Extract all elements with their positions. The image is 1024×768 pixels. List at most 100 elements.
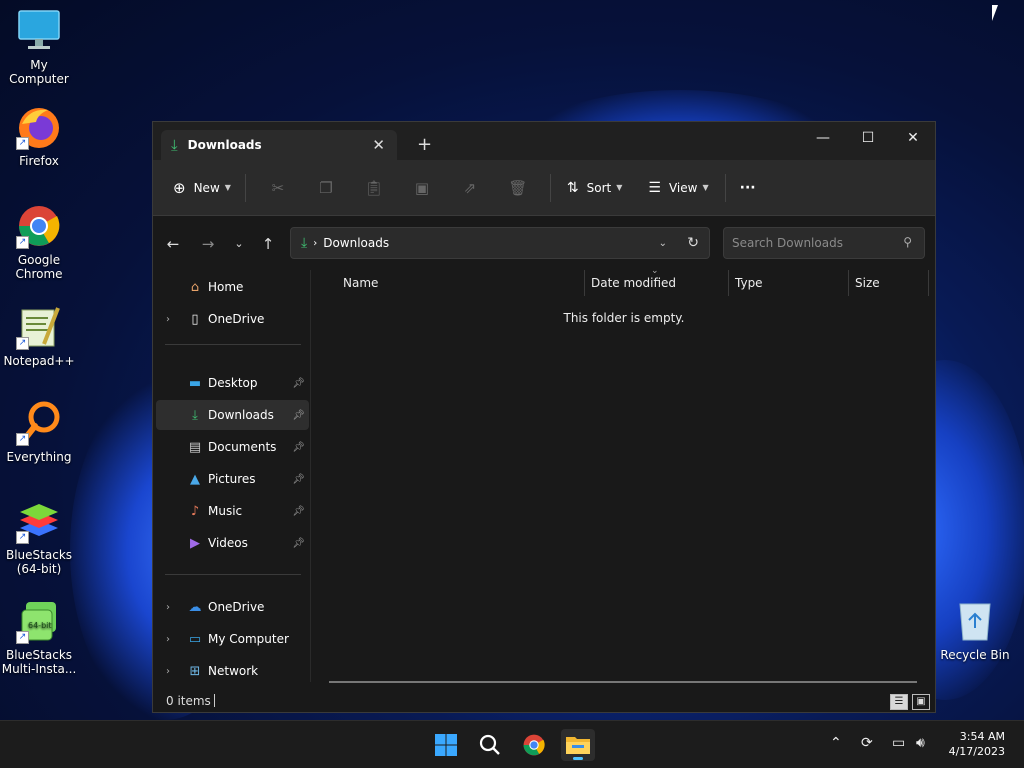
delete-icon[interactable]: 🗑︎ [494,179,542,197]
folder-icon [566,737,590,754]
back-button[interactable]: ← [163,235,183,253]
nav-item-downloads[interactable]: ⤓ Downloads 📌︎ [156,400,309,430]
pin-icon[interactable]: 📌︎ [292,378,305,389]
nav-item-my-computer[interactable]: › ▭ My Computer [156,624,309,654]
close-window-button[interactable]: ✕ [903,130,923,146]
nav-item-home[interactable]: ⌂ Home [156,272,309,302]
cloud-icon: ☁ [188,599,202,615]
desktop-icon-everything[interactable]: ↗ Everything [0,400,78,464]
nav-item-label: Downloads [208,408,274,422]
nav-item-pictures[interactable]: ▲ Pictures 📌︎ [156,464,309,494]
sort-button-label: Sort [586,180,612,195]
pin-icon[interactable]: 📌︎ [292,506,305,517]
desktop-icon-my-computer[interactable]: My Computer [0,8,78,86]
expand-chevron-icon[interactable]: › [166,602,170,613]
forward-button[interactable]: → [198,235,218,253]
search-input[interactable] [724,228,884,258]
pin-icon[interactable]: 📌︎ [292,538,305,549]
desktop-icon-label: Google Chrome [15,253,63,281]
show-hidden-icons-chevron-icon[interactable]: ⌃ [830,735,842,751]
column-divider[interactable] [728,270,729,296]
address-history-chevron-icon[interactable]: ⌄ [659,238,667,249]
address-bar[interactable]: ⤓ › Downloads ⌄ ↻ [290,227,710,259]
start-button[interactable] [429,729,463,761]
mouse-cursor-icon [992,5,1004,21]
sort-button[interactable]: ⇅ Sort ▼ [567,180,623,196]
network-icon: ⊞ [189,663,201,679]
expand-chevron-icon[interactable]: › [166,314,170,325]
toolbar-divider [549,173,551,202]
column-header-name[interactable]: Name [343,276,378,290]
rename-icon[interactable]: ▣ [398,179,446,197]
refresh-icon[interactable]: ↻ [687,235,699,251]
download-icon: ⤓ [192,407,198,423]
minimize-button[interactable]: — [813,130,833,146]
details-view-button[interactable]: ☰ [890,694,908,710]
chrome-icon [523,734,545,756]
share-icon[interactable]: ⇗ [446,179,494,197]
nav-item-onedrive-personal[interactable]: › ▯ OneDrive [156,304,309,334]
expand-chevron-icon[interactable]: › [166,634,170,645]
pin-icon[interactable]: 📌︎ [292,410,305,421]
sync-icon[interactable]: ⟳ [861,735,873,751]
taskbar-search-button[interactable] [473,729,507,761]
large-icons-view-button[interactable]: ▣ [912,694,930,710]
up-button[interactable]: ↑ [258,235,278,253]
nav-item-desktop[interactable]: ▬ Desktop 📌︎ [156,368,309,398]
horizontal-scrollbar[interactable] [329,681,917,683]
speaker-icon[interactable]: 🔊︎ [916,735,925,751]
column-divider[interactable] [928,270,929,296]
cut-icon[interactable]: ✂ [254,179,302,197]
desktop-icon-notepad-plus-plus[interactable]: ↗ Notepad++ [0,304,78,368]
shortcut-arrow-icon: ↗ [16,631,29,644]
nav-divider [165,574,301,575]
shortcut-arrow-icon: ↗ [16,236,29,249]
column-header-date-modified[interactable]: Date modified [591,276,676,290]
search-box[interactable]: ⚲ [723,227,925,259]
recent-locations-button[interactable]: ⌄ [229,237,249,250]
nav-item-onedrive[interactable]: › ☁ OneDrive [156,592,309,622]
desktop-icon-firefox[interactable]: ↗ Firefox [0,104,78,168]
tab-downloads[interactable]: ⤓ Downloads ✕ [161,130,397,160]
desktop-folder-icon: ▬ [188,375,202,391]
network-monitor-icon[interactable]: ▭ [892,735,905,751]
view-button[interactable]: ☰ View ▼ [648,180,708,196]
column-divider[interactable] [584,270,585,296]
desktop-icon-label: Notepad++ [3,354,75,368]
copy-icon[interactable]: ❐ [302,179,350,197]
breadcrumb-downloads[interactable]: Downloads [323,236,389,250]
nav-item-videos[interactable]: ▶ Videos 📌︎ [156,528,309,558]
new-button[interactable]: ⊕ New ▼ [173,179,231,197]
more-options-button[interactable]: ··· [740,180,756,196]
nav-item-documents[interactable]: ▤ Documents 📌︎ [156,432,309,462]
column-header-type[interactable]: Type [735,276,763,290]
maximize-button[interactable]: ☐ [858,130,878,146]
file-list: Name ⌄ Date modified Type Size This fold… [313,266,935,682]
new-tab-button[interactable]: + [417,134,432,155]
paste-icon[interactable]: 📋︎ [350,179,398,197]
bluestacks-multi-instance-icon: 64-bit ↗ [16,598,62,644]
pane-splitter[interactable] [310,270,311,682]
breadcrumb-separator-icon: › [313,237,318,249]
nav-item-network[interactable]: › ⊞ Network [156,656,309,686]
search-icon [479,734,500,755]
expand-chevron-icon[interactable]: › [166,666,170,677]
document-icon: ▯ [191,311,199,327]
command-bar: ⊕ New ▼ ✂ ❐ 📋︎ ▣ ⇗ 🗑︎ ⇅ Sort ▼ ☰ View ▼ … [153,160,935,216]
desktop-icon-bluestacks-multi-instance[interactable]: 64-bit ↗ BlueStacks Multi-Insta... [0,598,78,676]
desktop-icon-bluestacks[interactable]: ↗ BlueStacks (64-bit) [0,498,78,576]
pin-icon[interactable]: 📌︎ [292,474,305,485]
pin-icon[interactable]: 📌︎ [292,442,305,453]
desktop-icon-google-chrome[interactable]: ↗ Google Chrome [0,203,78,281]
new-button-label: New [193,180,220,195]
taskbar-file-explorer-button[interactable] [561,729,595,761]
desktop-icon-recycle-bin[interactable]: Recycle Bin [936,598,1014,662]
column-header-size[interactable]: Size [855,276,880,290]
taskbar-chrome-button[interactable] [517,729,551,761]
column-divider[interactable] [848,270,849,296]
close-tab-icon[interactable]: ✕ [372,136,385,154]
system-clock[interactable]: 3:54 AM 4/17/2023 [949,729,1005,759]
windows-logo-icon [435,734,457,756]
nav-item-music[interactable]: ♪ Music 📌︎ [156,496,309,526]
item-count: 0 items [166,694,211,708]
